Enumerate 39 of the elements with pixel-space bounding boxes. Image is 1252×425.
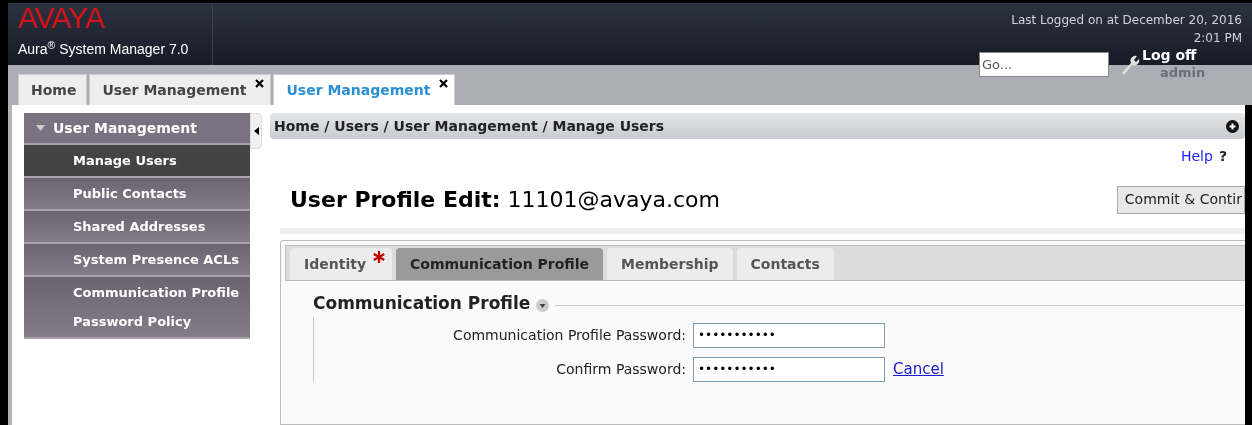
commit-button[interactable]: Commit & Contir (1116, 185, 1245, 214)
collapse-icon[interactable] (253, 127, 259, 135)
close-icon[interactable] (255, 79, 265, 88)
sidebar-header[interactable]: User Management (24, 113, 250, 145)
sidebar-item[interactable]: System Presence ACLs (24, 244, 250, 277)
field-label: Communication Profile Password: (452, 325, 687, 345)
profile-tab[interactable]: Communication Profile (396, 248, 603, 280)
sidebar-title: User Management (53, 118, 198, 138)
help-icon: ? (1218, 146, 1227, 167)
logo: AVAYA (18, 3, 106, 33)
close-icon[interactable] (439, 79, 449, 88)
sidebar-item[interactable]: Shared Addresses (24, 211, 250, 244)
profile-tab[interactable]: Identity (290, 248, 392, 280)
triangle-icon (36, 123, 45, 133)
plus-icon[interactable] (1226, 119, 1239, 133)
product-name: Aura$^{®}$ System Manager 7.0 (18, 39, 190, 59)
logoff-link[interactable]: Log off (1142, 47, 1206, 64)
password-field[interactable]: ••••••••••• (693, 322, 885, 348)
username: admin (1159, 64, 1206, 81)
wrench-icon (1120, 53, 1140, 75)
page-title: User Profile Edit: 11101@avaya.com (290, 186, 720, 214)
tab[interactable]: User Management (89, 74, 272, 105)
field-label: Confirm Password: (555, 359, 687, 379)
sidebar-item[interactable]: Communication Profile Password Policy (24, 277, 250, 339)
profile-tab[interactable]: Membership (606, 248, 733, 280)
sidebar-item[interactable]: Manage Users (24, 145, 250, 178)
breadcrumb: Home / Users / User Management / Manage Users (274, 116, 665, 136)
password-field[interactable]: ••••••••••• (693, 356, 885, 382)
profile-tab[interactable]: Contacts (736, 248, 834, 280)
tab[interactable]: Home (18, 74, 88, 105)
cancel-link[interactable]: Cancel (893, 357, 944, 381)
last-logged-text: Last Logged on at December 20, 2016 (1011, 12, 1242, 29)
search-field[interactable]: Go... (979, 52, 1109, 77)
section-title: Communication Profile (313, 292, 531, 315)
tab[interactable]: User Management (273, 74, 456, 105)
sidebar-item[interactable]: Public Contacts (24, 178, 250, 211)
collapse-icon[interactable] (536, 299, 550, 313)
help-link[interactable]: Help (1180, 146, 1213, 167)
login-time: 2:01 PM (1193, 30, 1242, 47)
